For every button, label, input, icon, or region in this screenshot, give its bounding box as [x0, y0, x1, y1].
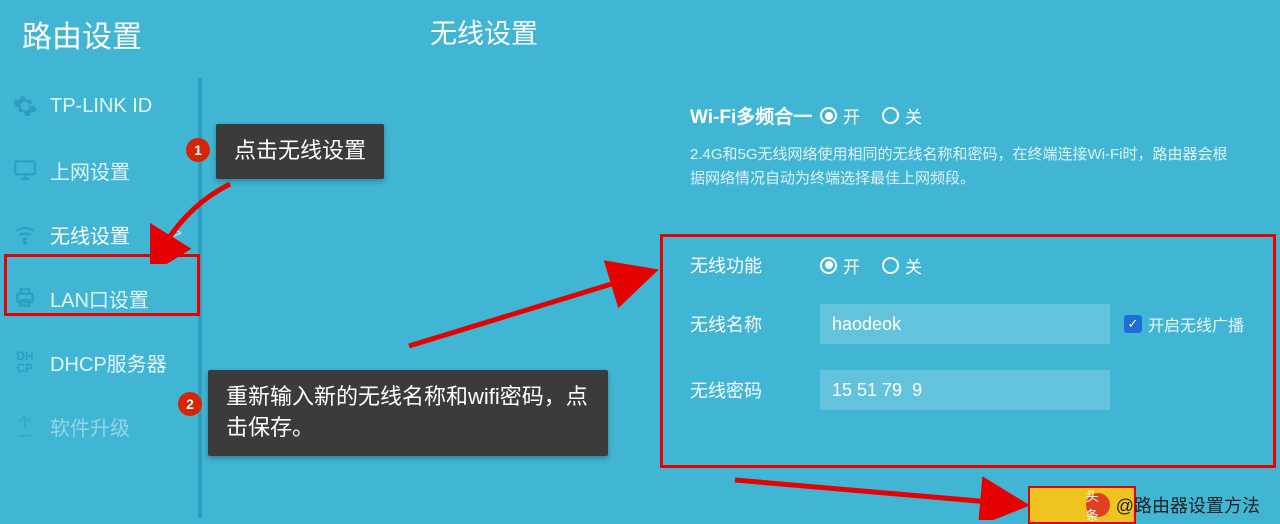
sidebar-item-label: TP-LINK ID — [50, 95, 200, 118]
radio-dot-icon — [882, 257, 899, 274]
annotation-step-1-tooltip: 点击无线设置 — [216, 124, 384, 179]
sidebar-item-label: 软件升级 — [50, 412, 200, 441]
sidebar-item-label: LAN口设置 — [50, 284, 200, 313]
sidebar-item-label: 无线设置 — [50, 220, 173, 249]
multiband-label: Wi-Fi多频合一 — [690, 102, 820, 129]
wireless-func-label: 无线功能 — [690, 252, 820, 278]
sidebar-title: 路由设置 — [0, 0, 200, 74]
sidebar-item-label: 上网设置 — [50, 156, 200, 185]
chevron-right-icon: > — [173, 225, 182, 243]
upgrade-icon — [10, 411, 40, 441]
radio-dot-icon — [820, 107, 837, 124]
annotation-arrow-3 — [730, 470, 1040, 520]
annotation-step-2-badge: 2 — [178, 392, 202, 416]
checkbox-label: 开启无线广播 — [1148, 312, 1244, 336]
wireless-on-radio[interactable]: 开 — [820, 253, 860, 278]
password-label: 无线密码 — [690, 377, 820, 403]
annotation-step-1-badge: 1 — [186, 138, 210, 162]
ssid-label: 无线名称 — [690, 311, 820, 337]
printer-icon — [10, 283, 40, 313]
wireless-off-radio[interactable]: 关 — [882, 253, 922, 278]
sidebar-item-tplink-id[interactable]: TP-LINK ID — [0, 74, 200, 138]
radio-dot-icon — [820, 257, 837, 274]
multiband-off-radio[interactable]: 关 — [882, 103, 922, 128]
multiband-on-radio[interactable]: 开 — [820, 103, 860, 128]
sidebar-item-wireless[interactable]: 无线设置 > — [0, 202, 200, 266]
radio-label: 关 — [905, 103, 922, 128]
watermark-icon: 头条 — [1086, 493, 1110, 517]
password-input[interactable] — [820, 370, 1110, 410]
gear-icon — [10, 91, 40, 121]
sidebar-item-lan[interactable]: LAN口设置 — [0, 266, 200, 330]
dhcp-icon: DHCP — [10, 347, 40, 377]
annotation-arrow-2 — [404, 256, 674, 356]
sidebar-item-dhcp[interactable]: DHCP DHCP服务器 — [0, 330, 200, 394]
multiband-hint: 2.4G和5G无线网络使用相同的无线名称和密码，在终端连接Wi-Fi时，路由器会… — [690, 143, 1230, 191]
sidebar: 路由设置 TP-LINK ID 上网设置 无线设置 > LAN口设置 DHCP … — [0, 0, 200, 524]
radio-dot-icon — [882, 107, 899, 124]
sidebar-item-label: DHCP服务器 — [50, 348, 200, 377]
radio-label: 关 — [905, 253, 922, 278]
wifi-icon — [10, 219, 40, 249]
radio-label: 开 — [843, 103, 860, 128]
annotation-step-2-tooltip: 重新输入新的无线名称和wifi密码，点击保存。 — [208, 370, 608, 456]
broadcast-checkbox[interactable]: ✓ 开启无线广播 — [1124, 312, 1244, 336]
radio-label: 开 — [843, 253, 860, 278]
check-icon: ✓ — [1124, 315, 1142, 333]
page-title: 无线设置 — [220, 0, 1280, 51]
ssid-input[interactable] — [820, 304, 1110, 344]
main-panel: 无线设置 Wi-Fi多频合一 开 关 2.4G和5G无线网络使用相同的无线名称和… — [220, 0, 1280, 51]
watermark: 头条 @路由器设置方法 — [1086, 492, 1260, 518]
sidebar-item-upgrade[interactable]: 软件升级 — [0, 394, 200, 458]
watermark-text: @路由器设置方法 — [1116, 492, 1260, 518]
monitor-icon — [10, 155, 40, 185]
sidebar-item-internet[interactable]: 上网设置 — [0, 138, 200, 202]
